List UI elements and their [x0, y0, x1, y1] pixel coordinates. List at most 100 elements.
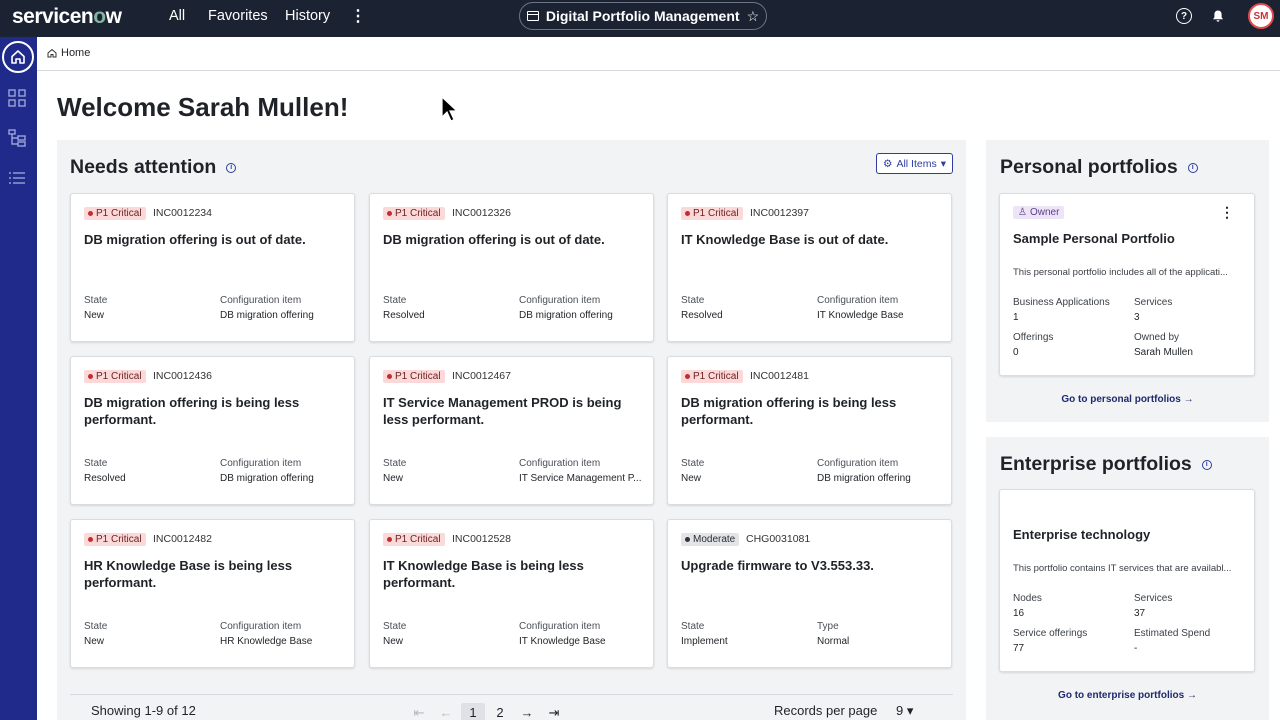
- previous-page-icon[interactable]: ←: [434, 703, 458, 720]
- field-label: State: [84, 458, 108, 469]
- hierarchy-tree-icon[interactable]: [8, 129, 26, 147]
- incident-card[interactable]: P1 Critical INC0012436 DB migration offeri…: [70, 356, 355, 505]
- offerings-label: Offerings: [1013, 332, 1054, 343]
- record-number: INC0012326: [452, 207, 511, 219]
- info-icon[interactable]: i: [226, 162, 237, 173]
- priority-label: P1 Critical: [395, 208, 441, 219]
- priority-dot-icon: [685, 211, 690, 216]
- incident-card[interactable]: P1 Critical INC0012397 IT Knowledge Base i…: [667, 193, 952, 342]
- field-label: State: [681, 458, 705, 469]
- incident-card[interactable]: P1 Critical INC0012326 DB migration offeri…: [369, 193, 654, 342]
- card-title: Upgrade firmware to V3.553.33.: [681, 558, 874, 573]
- field-value: DB migration offering: [220, 473, 314, 484]
- field-label: Configuration item: [817, 295, 899, 306]
- priority-dot-icon: [685, 537, 690, 542]
- breadcrumb-home[interactable]: Home: [47, 47, 90, 59]
- more-menu-icon[interactable]: ⋮: [350, 6, 366, 26]
- record-number: INC0012528: [452, 533, 511, 545]
- record-number: INC0012436: [153, 370, 212, 382]
- person-icon: ♙: [1018, 207, 1027, 218]
- field-value: New: [84, 636, 105, 647]
- needs-attention-title: Needs attention: [70, 156, 217, 178]
- personal-portfolio-card[interactable]: ♙ Owner ⋮ Sample Personal Portfolio This…: [999, 193, 1255, 376]
- record-number: CHG0031081: [746, 533, 811, 545]
- field-value: IT Service Management P...: [519, 473, 642, 484]
- portfolio-description: This personal portfolio includes all of …: [1013, 267, 1228, 278]
- priority-dot-icon: [88, 211, 93, 216]
- next-page-icon[interactable]: →: [515, 703, 539, 720]
- bell-icon[interactable]: [1210, 8, 1226, 24]
- caret-down-icon: ▾: [940, 157, 946, 170]
- record-number: INC0012467: [452, 370, 511, 382]
- info-icon[interactable]: i: [1187, 162, 1198, 173]
- priority-badge: Moderate: [681, 533, 740, 546]
- servicenow-logo[interactable]: servicenow: [12, 5, 122, 29]
- card-title: IT Knowledge Base is being less performa…: [383, 558, 584, 590]
- needs-attention-panel: Needs attention i ⚙ All Items ▾ P1 Criti…: [57, 140, 966, 720]
- field-value: Implement: [681, 636, 728, 647]
- app-title: Digital Portfolio Management: [545, 8, 740, 24]
- needs-attention-heading: Needs attention i: [70, 156, 237, 179]
- personal-portfolios-panel: Personal portfolios i ♙ Owner ⋮ Sample P…: [986, 140, 1269, 422]
- go-to-personal-portfolios-link[interactable]: Go to personal portfolios →: [986, 394, 1269, 405]
- help-icon[interactable]: ?: [1176, 8, 1192, 24]
- dashboard-grid-icon[interactable]: [8, 89, 26, 107]
- incident-card[interactable]: Moderate CHG0031081 Upgrade firmware to V3…: [667, 519, 952, 668]
- field-label: State: [681, 295, 705, 306]
- page-2-button[interactable]: 2: [488, 703, 512, 720]
- card-title: DB migration offering is out of date.: [383, 232, 605, 247]
- business-applications-value: 1: [1013, 312, 1019, 323]
- field-value: IT Knowledge Base: [519, 636, 606, 647]
- field-value: New: [84, 310, 105, 321]
- nav-favorites[interactable]: Favorites: [208, 8, 268, 24]
- card-title: HR Knowledge Base is being less performa…: [84, 558, 293, 590]
- field-label: Configuration item: [519, 295, 601, 306]
- field-label: Configuration item: [519, 621, 601, 632]
- card-title: DB migration offering is out of date.: [84, 232, 306, 247]
- go-to-enterprise-portfolios-link[interactable]: Go to enterprise portfolios →: [986, 690, 1269, 701]
- breadcrumb-home-label: Home: [61, 47, 91, 59]
- nav-history[interactable]: History: [285, 8, 330, 24]
- service-offerings-label: Service offerings: [1013, 628, 1088, 639]
- incident-card[interactable]: P1 Critical INC0012234 DB migration offeri…: [70, 193, 355, 342]
- personal-portfolios-heading: Personal portfolios i: [1000, 156, 1198, 179]
- incident-card[interactable]: P1 Critical INC0012467 IT Service Manageme…: [369, 356, 654, 505]
- page-1-button[interactable]: 1: [461, 703, 485, 720]
- nav-all[interactable]: All: [169, 8, 185, 24]
- home-icon[interactable]: [2, 41, 34, 73]
- page-title: Welcome Sarah Mullen!: [57, 92, 349, 122]
- priority-label: P1 Critical: [693, 208, 739, 219]
- priority-label: P1 Critical: [395, 371, 441, 382]
- services-label: Services: [1134, 593, 1173, 604]
- enterprise-portfolio-card[interactable]: Enterprise technology This portfolio con…: [999, 489, 1255, 672]
- priority-badge: P1 Critical: [383, 207, 445, 220]
- home-small-icon: [47, 48, 57, 58]
- info-icon[interactable]: i: [1201, 459, 1212, 470]
- caret-down-icon: ▾: [906, 703, 914, 718]
- portfolio-name: Sample Personal Portfolio: [1013, 231, 1175, 246]
- services-value: 37: [1134, 608, 1146, 619]
- enterprise-portfolios-heading: Enterprise portfolios i: [1000, 453, 1212, 476]
- incident-card[interactable]: P1 Critical INC0012528 IT Knowledge Base i…: [369, 519, 654, 668]
- incident-card[interactable]: P1 Critical INC0012482 HR Knowledge Base i…: [70, 519, 355, 668]
- field-label: Configuration item: [220, 621, 302, 632]
- incident-card[interactable]: P1 Critical INC0012481 DB migration offeri…: [667, 356, 952, 505]
- field-value: Resolved: [681, 310, 723, 321]
- field-label: Type: [817, 621, 839, 632]
- card-menu-icon[interactable]: ⋮: [1220, 204, 1234, 221]
- first-page-icon[interactable]: ⇤: [407, 703, 431, 720]
- star-favorite-icon[interactable]: ☆: [747, 8, 760, 25]
- records-per-page-value: 9: [896, 703, 904, 718]
- records-per-page-select[interactable]: 9 ▾: [896, 703, 913, 719]
- record-number: INC0012397: [750, 207, 809, 219]
- list-icon[interactable]: [8, 169, 26, 187]
- enterprise-portfolios-panel: Enterprise portfolios i Enterprise techn…: [986, 437, 1269, 720]
- field-label: Configuration item: [817, 458, 899, 469]
- field-value: New: [383, 636, 404, 647]
- all-items-filter-button[interactable]: ⚙ All Items ▾: [876, 153, 953, 174]
- last-page-icon[interactable]: ⇥: [542, 703, 566, 720]
- user-avatar[interactable]: SM: [1248, 3, 1274, 29]
- estimated-spend-label: Estimated Spend: [1134, 628, 1211, 639]
- priority-label: P1 Critical: [96, 371, 142, 382]
- app-title-pill[interactable]: Digital Portfolio Management ☆: [519, 2, 767, 30]
